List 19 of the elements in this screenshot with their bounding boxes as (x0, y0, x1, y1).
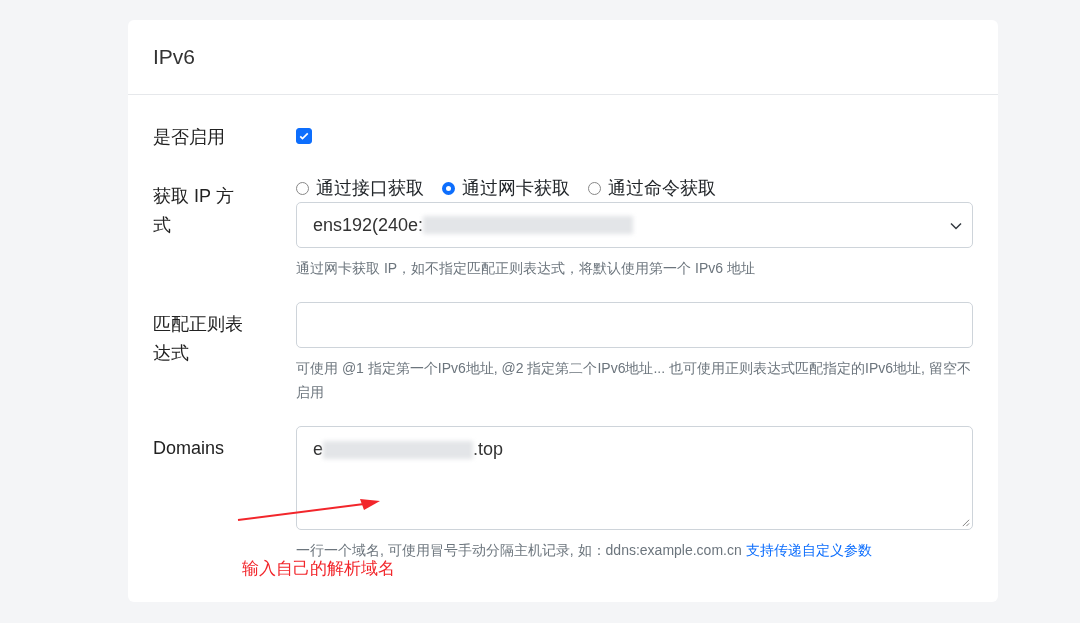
radio-label[interactable]: 通过网卡获取 (462, 176, 570, 200)
interface-select[interactable]: ens192(240e: (296, 202, 973, 248)
regex-input-field[interactable] (296, 302, 973, 348)
field-label: Domains (153, 437, 225, 460)
radio-label[interactable]: 通过接口获取 (316, 176, 424, 200)
help-text: 一行一个域名, 可使用冒号手动分隔主机记录, 如：ddns:example.com.cn (296, 542, 742, 558)
card-title: IPv6 (153, 45, 196, 69)
domains-field[interactable]: e .top (296, 426, 973, 530)
annotation-text: 输入自己的解析域名 (242, 558, 395, 580)
help-text: 通过网卡获取 IP，如不指定匹配正则表达式，将默认使用第一个 IPv6 地址 (296, 259, 756, 278)
custom-params-link[interactable]: 支持传递自定义参数 (745, 542, 872, 558)
resize-grip-icon[interactable] (961, 518, 970, 527)
field-label: 匹配正则表达式 (153, 313, 244, 365)
field-label: 获取 IP 方式 (153, 185, 235, 237)
caret-icon (950, 222, 962, 230)
help-text: 可使用 @1 指定第一个IPv6地址, @2 指定第二个IPv6地址... 也可使用正则表达式匹配指定的IPv6地址, 留空不启用 (296, 359, 972, 402)
radio-button[interactable] (442, 181, 455, 195)
field-label: 是否启用 (153, 126, 225, 149)
radio-label[interactable]: 通过命令获取 (608, 176, 716, 200)
